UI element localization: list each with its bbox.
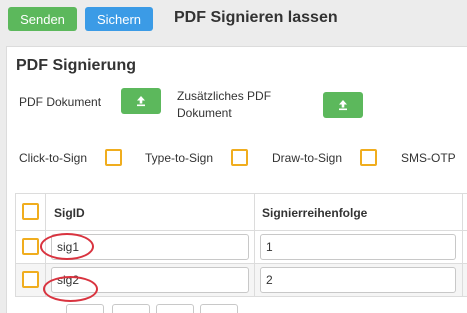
page-title: PDF Signieren lassen: [174, 9, 338, 26]
pdf-signing-panel: PDF Signierung PDF Dokument Zusätzliches…: [6, 46, 467, 313]
upload-icon: [339, 100, 347, 111]
additional-pdf-label-line1: Zusätzliches PDF: [177, 89, 272, 103]
column-divider: [254, 231, 255, 263]
column-divider: [462, 264, 463, 296]
pdf-document-label: PDF Dokument: [19, 95, 102, 109]
pagination-control[interactable]: [156, 304, 194, 313]
column-header-sigid[interactable]: SigID: [54, 206, 85, 220]
select-all-checkbox[interactable]: [22, 203, 39, 220]
toolbar: Senden Sichern PDF Signieren lassen: [0, 0, 467, 40]
pagination-control[interactable]: [66, 304, 104, 313]
additional-pdf-upload-button[interactable]: [323, 92, 363, 118]
column-divider: [45, 194, 46, 230]
pagination-control[interactable]: [112, 304, 150, 313]
pagination-control[interactable]: [200, 304, 238, 313]
signing-order-input[interactable]: 2: [260, 267, 456, 293]
click-to-sign-label: Click-to-Sign: [19, 151, 88, 165]
save-button[interactable]: Sichern: [85, 7, 153, 31]
highlight-circle: [40, 233, 94, 260]
column-divider: [254, 194, 255, 230]
type-to-sign-checkbox[interactable]: [231, 149, 248, 166]
pdf-document-upload-button[interactable]: [121, 88, 161, 114]
send-button[interactable]: Senden: [8, 7, 77, 31]
row-select-checkbox[interactable]: [22, 271, 39, 288]
column-divider: [462, 194, 463, 230]
upload-icon: [137, 96, 145, 107]
row-select-checkbox[interactable]: [22, 238, 39, 255]
panel-title: PDF Signierung: [16, 57, 136, 74]
type-to-sign-label: Type-to-Sign: [145, 151, 214, 165]
draw-to-sign-checkbox[interactable]: [360, 149, 377, 166]
signing-order-input[interactable]: 1: [260, 234, 456, 260]
click-to-sign-checkbox[interactable]: [105, 149, 122, 166]
sms-otp-label: SMS-OTP: [401, 151, 456, 165]
highlight-circle: [43, 276, 98, 302]
additional-pdf-label-line2: Dokument: [177, 106, 232, 120]
table-header: SigID Signierreihenfolge: [15, 193, 467, 231]
draw-to-sign-label: Draw-to-Sign: [272, 151, 343, 165]
column-divider: [462, 231, 463, 263]
column-header-signing-order[interactable]: Signierreihenfolge: [262, 206, 367, 220]
column-divider: [254, 264, 255, 296]
